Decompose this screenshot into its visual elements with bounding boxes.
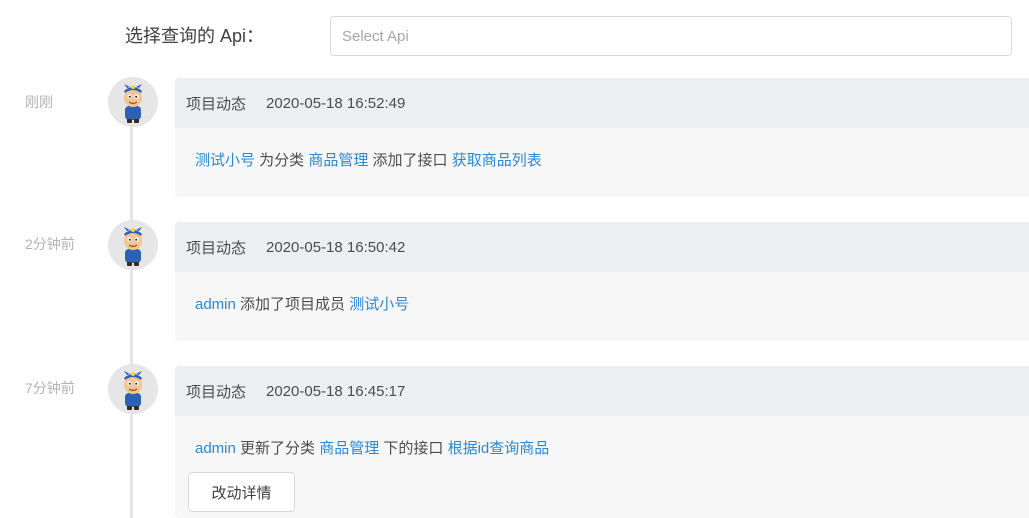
user-avatar[interactable] [108,220,158,270]
api-filter-row: 选择查询的 Api： Select Api [0,0,1029,70]
activity-card-header: 项目动态 2020-05-18 16:50:42 [175,222,1029,272]
activity-card: 项目动态 2020-05-18 16:52:49 测试小号 为分类 商品管理 添… [175,78,1029,197]
message-text: 下的接口 [379,440,448,457]
user-link[interactable]: 测试小号 [195,152,255,169]
avatar-mascot-icon [108,77,158,127]
user-avatar[interactable] [108,77,158,127]
time-ago: 7分钟前 [25,380,75,396]
message-text: 为分类 [255,152,309,169]
activity-card-header: 项目动态 2020-05-18 16:52:49 [175,78,1029,128]
activity-datetime: 2020-05-18 16:52:49 [266,94,406,112]
timeline-entry: 7分钟前 项目动态 2020-05-18 16:45:17 admin 更新了分… [0,364,1029,518]
time-ago: 2分钟前 [25,236,75,252]
time-ago: 刚刚 [25,94,53,110]
user-link[interactable]: admin [195,440,236,457]
change-detail-button[interactable]: 改动详情 [188,472,295,512]
message-text: 更新了分类 [235,440,320,457]
api-filter-label: 选择查询的 Api： [125,26,265,46]
activity-card-header: 项目动态 2020-05-18 16:45:17 [175,366,1029,416]
api-select[interactable]: Select Api [330,16,1012,56]
message-text: 添加了项目成员 [235,296,350,313]
timeline-entry: 2分钟前 项目动态 2020-05-18 16:50:42 admin 添加了项… [0,220,1029,342]
user-avatar[interactable] [108,364,158,414]
activity-card: 项目动态 2020-05-18 16:50:42 admin 添加了项目成员 测… [175,222,1029,341]
api-link[interactable]: 获取商品列表 [452,152,542,169]
category-link[interactable]: 商品管理 [308,152,368,169]
api-select-placeholder: Select Api [342,27,409,45]
timeline-entry: 刚刚 项目动态 2020-05-18 16:52:49 测试小号 为分类 商品管… [0,77,1029,198]
activity-message: admin 添加了项目成员 测试小号 [175,272,1029,316]
activity-type: 项目动态 [186,383,247,401]
category-link[interactable]: 商品管理 [319,440,379,457]
avatar-mascot-icon [108,220,158,270]
activity-datetime: 2020-05-18 16:50:42 [266,238,406,256]
activity-type: 项目动态 [186,239,247,257]
activity-type: 项目动态 [186,95,247,113]
activity-card: 项目动态 2020-05-18 16:45:17 admin 更新了分类 商品管… [175,366,1029,518]
activity-message: 测试小号 为分类 商品管理 添加了接口 获取商品列表 [175,128,1029,172]
avatar-mascot-icon [108,364,158,414]
member-link[interactable]: 测试小号 [349,296,409,313]
activity-message: admin 更新了分类 商品管理 下的接口 根据id查询商品 [175,416,1029,460]
message-text: 添加了接口 [368,152,452,169]
activity-datetime: 2020-05-18 16:45:17 [266,382,406,400]
user-link[interactable]: admin [195,296,236,313]
api-link[interactable]: 根据id查询商品 [448,440,550,457]
